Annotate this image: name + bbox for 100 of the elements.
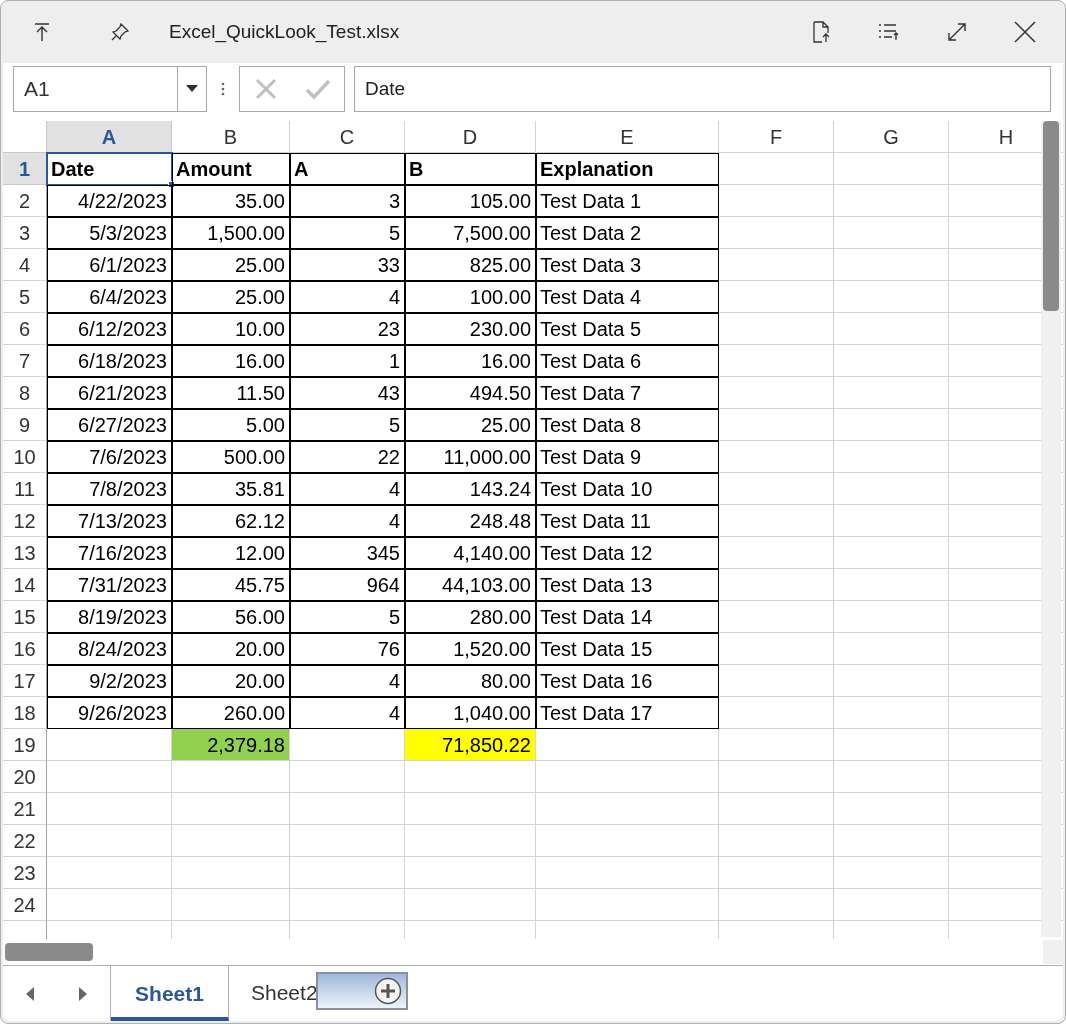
table-cell[interactable]: 4 xyxy=(290,281,405,313)
table-cell[interactable]: 500.00 xyxy=(172,441,290,473)
row-header[interactable]: 21 xyxy=(3,793,47,825)
table-cell[interactable]: Test Data 5 xyxy=(536,313,719,345)
table-cell[interactable]: 7/16/2023 xyxy=(47,537,172,569)
scrollbar-thumb[interactable] xyxy=(1043,121,1059,311)
table-cell[interactable]: Test Data 11 xyxy=(536,505,719,537)
row-header[interactable]: 1 xyxy=(3,153,47,185)
row-header[interactable]: 9 xyxy=(3,409,47,441)
table-cell[interactable]: 2,379.18 xyxy=(172,729,290,761)
column-header[interactable]: B xyxy=(172,121,290,153)
table-cell[interactable]: 6/1/2023 xyxy=(47,249,172,281)
table-cell[interactable]: 11.50 xyxy=(172,377,290,409)
table-cell[interactable]: 6/27/2023 xyxy=(47,409,172,441)
table-cell[interactable]: 6/4/2023 xyxy=(47,281,172,313)
row-header[interactable]: 18 xyxy=(3,697,47,729)
table-cell[interactable]: 494.50 xyxy=(405,377,536,409)
formula-field[interactable]: Date xyxy=(354,66,1051,112)
table-cell[interactable]: 71,850.22 xyxy=(405,729,536,761)
table-cell[interactable]: Test Data 8 xyxy=(536,409,719,441)
table-cell[interactable]: 16.00 xyxy=(405,345,536,377)
table-cell[interactable]: 33 xyxy=(290,249,405,281)
row-header[interactable]: 12 xyxy=(3,505,47,537)
table-cell[interactable]: 4 xyxy=(290,665,405,697)
table-cell[interactable]: 6/21/2023 xyxy=(47,377,172,409)
row-header[interactable]: 5 xyxy=(3,281,47,313)
table-cell[interactable]: 35.81 xyxy=(172,473,290,505)
table-cell[interactable]: 260.00 xyxy=(172,697,290,729)
table-cell[interactable]: 20.00 xyxy=(172,665,290,697)
table-cell[interactable]: 35.00 xyxy=(172,185,290,217)
table-cell[interactable]: 25.00 xyxy=(172,249,290,281)
add-sheet-button[interactable] xyxy=(315,972,408,1010)
column-header[interactable]: C xyxy=(290,121,405,153)
table-cell[interactable]: 7,500.00 xyxy=(405,217,536,249)
name-box[interactable]: A1 xyxy=(13,66,207,112)
table-cell[interactable]: 56.00 xyxy=(172,601,290,633)
table-cell[interactable]: 7/6/2023 xyxy=(47,441,172,473)
table-cell[interactable]: Test Data 7 xyxy=(536,377,719,409)
table-cell[interactable]: Test Data 2 xyxy=(536,217,719,249)
table-cell[interactable]: 23 xyxy=(290,313,405,345)
column-header[interactable]: D xyxy=(405,121,536,153)
table-cell[interactable]: Test Data 10 xyxy=(536,473,719,505)
table-cell[interactable]: 62.12 xyxy=(172,505,290,537)
table-cell[interactable]: 6/12/2023 xyxy=(47,313,172,345)
table-cell[interactable]: 76 xyxy=(290,633,405,665)
row-header[interactable]: 15 xyxy=(3,601,47,633)
table-cell[interactable]: 825.00 xyxy=(405,249,536,281)
table-cell[interactable]: Test Data 14 xyxy=(536,601,719,633)
table-cell[interactable]: A xyxy=(290,153,405,185)
table-cell[interactable]: 11,000.00 xyxy=(405,441,536,473)
row-header[interactable]: 16 xyxy=(3,633,47,665)
table-cell[interactable]: 1 xyxy=(290,345,405,377)
table-cell[interactable]: 16.00 xyxy=(172,345,290,377)
table-cell[interactable]: 20.00 xyxy=(172,633,290,665)
column-header[interactable]: E xyxy=(536,121,719,153)
table-cell[interactable]: 1,520.00 xyxy=(405,633,536,665)
table-cell[interactable]: Test Data 9 xyxy=(536,441,719,473)
table-cell[interactable]: 12.00 xyxy=(172,537,290,569)
table-cell[interactable]: 345 xyxy=(290,537,405,569)
table-cell[interactable]: Test Data 3 xyxy=(536,249,719,281)
table-cell[interactable]: 248.48 xyxy=(405,505,536,537)
row-header[interactable]: 20 xyxy=(3,761,47,793)
table-cell[interactable]: 4 xyxy=(290,505,405,537)
table-cell[interactable]: 280.00 xyxy=(405,601,536,633)
row-header[interactable]: 22 xyxy=(3,825,47,857)
dropdown-caret-icon[interactable] xyxy=(186,85,198,93)
table-cell[interactable]: 7/8/2023 xyxy=(47,473,172,505)
row-header[interactable]: 11 xyxy=(3,473,47,505)
table-cell[interactable]: 25.00 xyxy=(172,281,290,313)
checkmark-icon[interactable] xyxy=(304,78,331,100)
table-cell[interactable]: 1,040.00 xyxy=(405,697,536,729)
row-header[interactable]: 8 xyxy=(3,377,47,409)
table-cell[interactable]: Test Data 4 xyxy=(536,281,719,313)
table-cell[interactable]: Test Data 15 xyxy=(536,633,719,665)
column-header[interactable]: A xyxy=(47,121,172,153)
more-dots-icon[interactable] xyxy=(221,82,225,96)
scroll-right-icon[interactable] xyxy=(79,986,88,1001)
table-cell[interactable]: 100.00 xyxy=(405,281,536,313)
table-cell[interactable]: B xyxy=(405,153,536,185)
row-header[interactable]: 24 xyxy=(3,889,47,921)
horizontal-scrollbar-thumb[interactable] xyxy=(5,943,93,961)
table-cell[interactable]: Test Data 12 xyxy=(536,537,719,569)
table-cell[interactable]: 9/26/2023 xyxy=(47,697,172,729)
table-cell[interactable]: 230.00 xyxy=(405,313,536,345)
table-cell[interactable]: 22 xyxy=(290,441,405,473)
table-cell[interactable]: 105.00 xyxy=(405,185,536,217)
table-cell[interactable]: 3 xyxy=(290,185,405,217)
table-cell[interactable]: 1,500.00 xyxy=(172,217,290,249)
table-cell[interactable]: 45.75 xyxy=(172,569,290,601)
row-header[interactable]: 2 xyxy=(3,185,47,217)
table-cell[interactable]: Test Data 16 xyxy=(536,665,719,697)
column-header[interactable]: F xyxy=(719,121,834,153)
table-cell[interactable]: 8/19/2023 xyxy=(47,601,172,633)
table-cell[interactable]: 44,103.00 xyxy=(405,569,536,601)
row-header[interactable]: 23 xyxy=(3,857,47,889)
table-cell[interactable]: 143.24 xyxy=(405,473,536,505)
table-cell[interactable]: Test Data 6 xyxy=(536,345,719,377)
table-cell[interactable]: Test Data 17 xyxy=(536,697,719,729)
table-cell[interactable]: 4 xyxy=(290,697,405,729)
row-header[interactable]: 13 xyxy=(3,537,47,569)
